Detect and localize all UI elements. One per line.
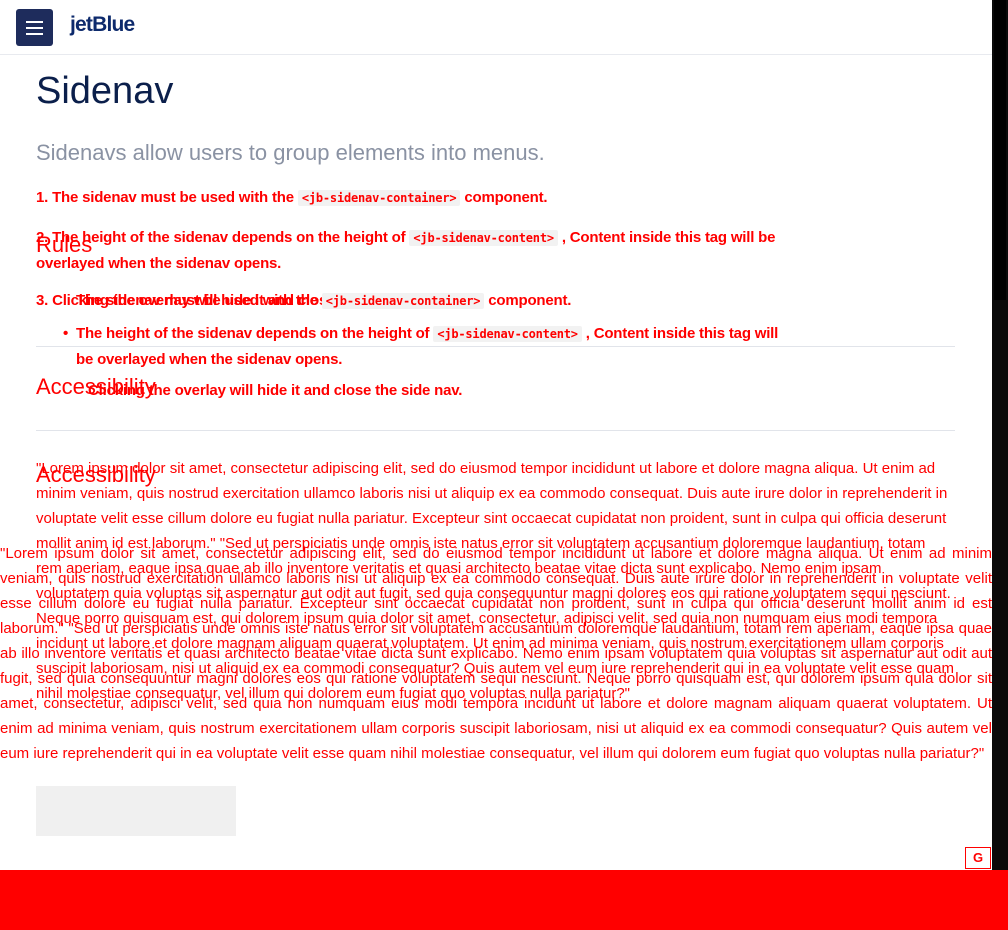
rule-item-2-suffix-2: overlayed when the sidenav opens. [36, 255, 282, 272]
section-divider [36, 430, 955, 431]
page: jetBlue Sidenav Sidenavs allow users to … [0, 0, 1008, 930]
bullet-item-1-code: <jb-sidenav-content> [433, 326, 582, 342]
ghost-button[interactable] [36, 786, 236, 836]
bullet-item-1-text: The height of the sidenav depends on the… [76, 325, 430, 342]
g-badge[interactable]: G [965, 847, 991, 869]
rule-item-1-suffix: component. [464, 189, 548, 206]
rule-item-3b: The sidenav must be used with the <jb-si… [76, 288, 571, 314]
lorem-paragraph-2: "Lorem ipsum dolor sit amet, consectetur… [0, 545, 992, 762]
hamburger-menu-icon[interactable] [16, 9, 53, 46]
rule-item-1-text: 1. The sidenav must be used with the [36, 189, 294, 206]
scrollbar-thumb[interactable] [994, 0, 1006, 300]
bullet-item-2: Clicking the overlay will hide it and cl… [88, 382, 463, 399]
rule-item-3b-text: The sidenav must be used with the [76, 292, 318, 309]
page-title: Sidenav [36, 70, 174, 112]
bullet-item-1-suffix: , Content inside this tag will [585, 325, 779, 342]
page-subtitle: Sidenavs allow users to group elements i… [36, 140, 545, 165]
jetblue-logo[interactable]: jetBlue [70, 13, 135, 37]
bullet-item-1: The height of the sidenav depends on the… [63, 321, 836, 372]
rule-item-2-code: <jb-sidenav-content> [409, 230, 558, 246]
rule-item-2-suffix: , Content inside this tag will be [561, 229, 776, 246]
rule-item-2-text: 2. The height of the sidenav depends on … [36, 229, 406, 246]
rule-item-1: 1. The sidenav must be used with the <jb… [36, 185, 548, 211]
top-header: jetBlue [0, 0, 992, 55]
rule-item-2: 2. The height of the sidenav depends on … [36, 225, 836, 276]
rule-item-3b-code: <jb-sidenav-container> [321, 293, 485, 309]
rule-item-1-code: <jb-sidenav-container> [297, 190, 461, 206]
bullet-item-1-suffix-2: be overlayed when the sidenav opens. [76, 351, 343, 368]
red-footer-bar [0, 870, 1008, 930]
page-scrollbar[interactable] [992, 0, 1008, 870]
rule-item-3b-suffix: component. [488, 292, 572, 309]
